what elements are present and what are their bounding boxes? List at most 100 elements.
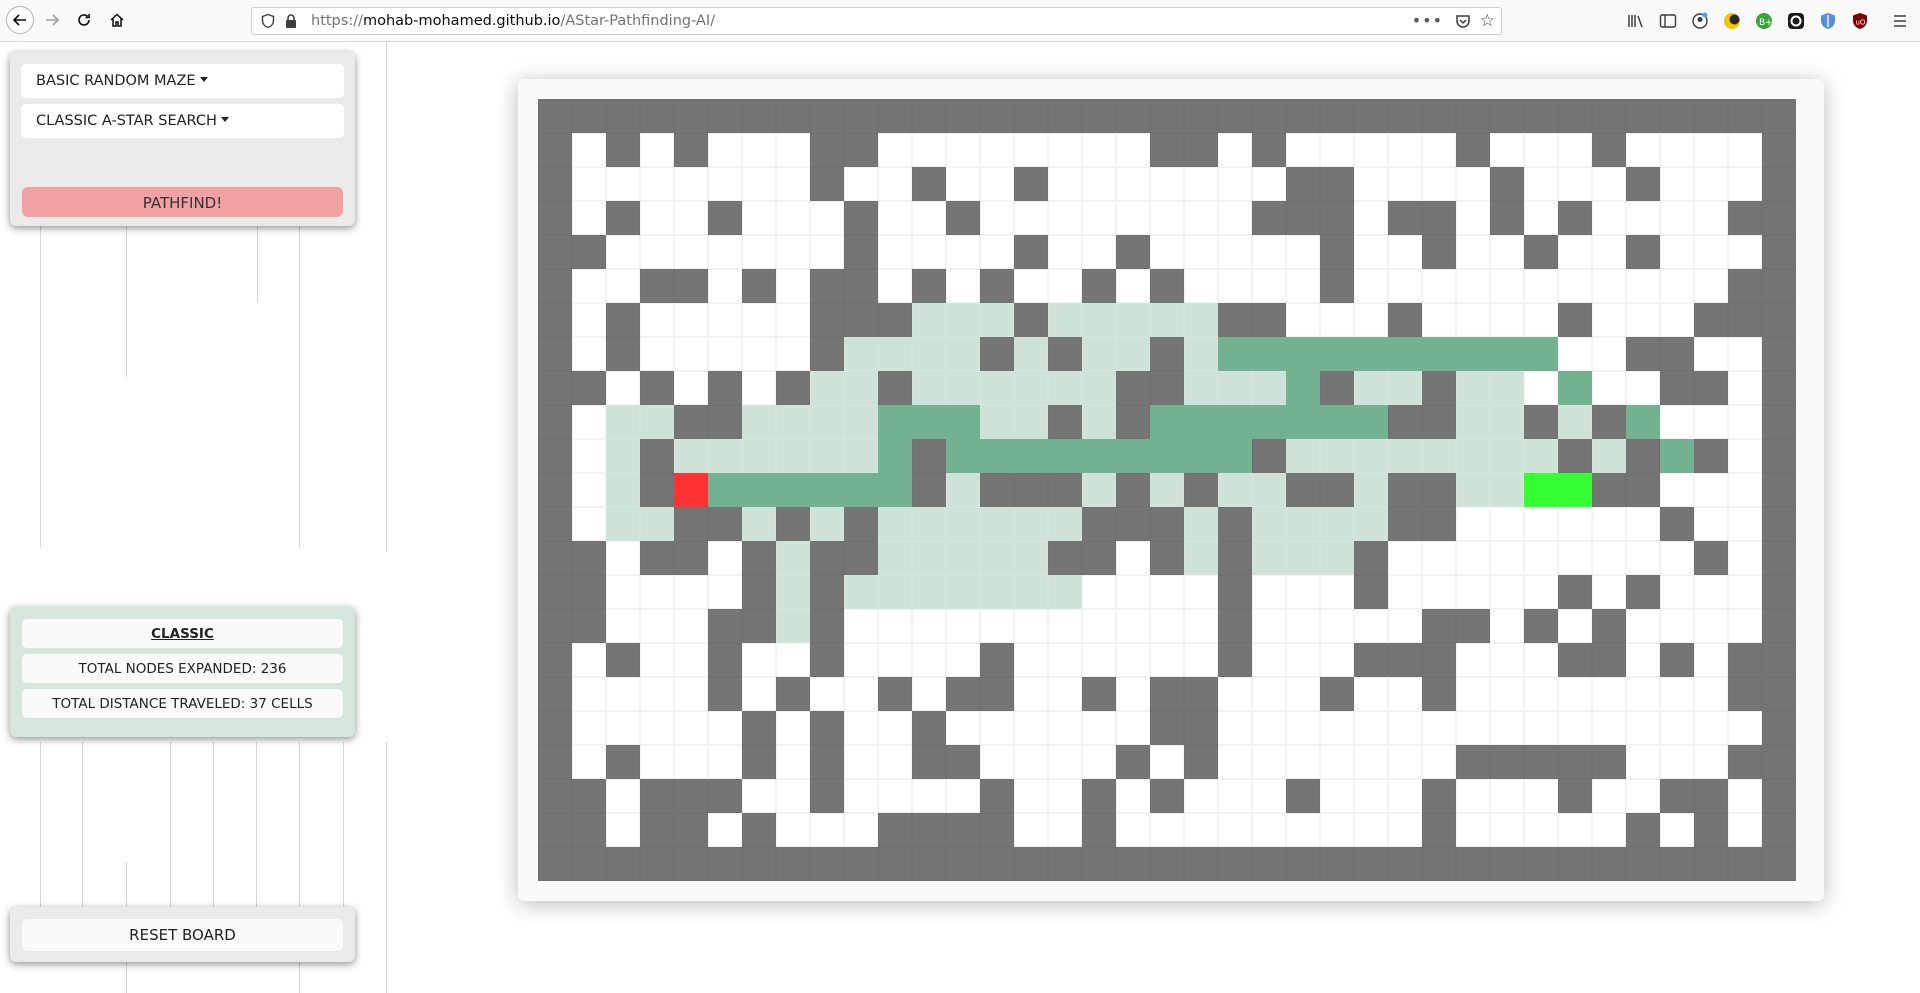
- grid-cell-wall[interactable]: [1558, 99, 1592, 133]
- grid-cell-empty[interactable]: [1048, 235, 1082, 269]
- grid-cell-empty[interactable]: [1388, 235, 1422, 269]
- grid-cell-visited[interactable]: [1150, 473, 1184, 507]
- grid-cell-wall[interactable]: [1762, 371, 1796, 405]
- grid-cell-empty[interactable]: [844, 677, 878, 711]
- grid-cell-empty[interactable]: [1456, 235, 1490, 269]
- grid-cell-empty[interactable]: [1218, 269, 1252, 303]
- grid-cell-visited[interactable]: [878, 507, 912, 541]
- grid-cell-empty[interactable]: [1116, 813, 1150, 847]
- grid-cell-empty[interactable]: [1592, 235, 1626, 269]
- grid-cell-empty[interactable]: [640, 167, 674, 201]
- grid-cell-empty[interactable]: [1116, 541, 1150, 575]
- grid-cell-wall[interactable]: [538, 711, 572, 745]
- grid-cell-empty[interactable]: [606, 813, 640, 847]
- grid-cell-wall[interactable]: [1150, 847, 1184, 881]
- grid-cell-wall[interactable]: [1762, 439, 1796, 473]
- grid-cell-wall[interactable]: [1762, 99, 1796, 133]
- grid-cell-wall[interactable]: [980, 473, 1014, 507]
- grid-cell-visited[interactable]: [1218, 473, 1252, 507]
- grid-cell-visited[interactable]: [1354, 473, 1388, 507]
- grid-cell-empty[interactable]: [1150, 609, 1184, 643]
- grid-cell-wall[interactable]: [1150, 371, 1184, 405]
- grid-cell-empty[interactable]: [1592, 575, 1626, 609]
- grid-cell-wall[interactable]: [1626, 575, 1660, 609]
- grid-cell-empty[interactable]: [810, 235, 844, 269]
- grid-cell-empty[interactable]: [1694, 711, 1728, 745]
- grid-cell-wall[interactable]: [1524, 405, 1558, 439]
- grid-cell-wall[interactable]: [708, 779, 742, 813]
- grid-cell-empty[interactable]: [1422, 711, 1456, 745]
- grid-cell-empty[interactable]: [1626, 507, 1660, 541]
- grid-cell-wall[interactable]: [1184, 677, 1218, 711]
- grid-cell-path[interactable]: [1354, 405, 1388, 439]
- grid-cell-empty[interactable]: [1660, 677, 1694, 711]
- grid-cell-wall[interactable]: [1762, 541, 1796, 575]
- grid-cell-empty[interactable]: [1286, 677, 1320, 711]
- grid-cell-empty[interactable]: [1694, 133, 1728, 167]
- grid-cell-path[interactable]: [1626, 405, 1660, 439]
- grid-cell-wall[interactable]: [878, 303, 912, 337]
- grid-cell-path[interactable]: [1490, 337, 1524, 371]
- grid-cell-empty[interactable]: [1592, 711, 1626, 745]
- grid-cell-empty[interactable]: [1048, 677, 1082, 711]
- grid-cell-wall[interactable]: [1660, 847, 1694, 881]
- grid-cell-visited[interactable]: [1592, 439, 1626, 473]
- grid-cell-empty[interactable]: [1218, 133, 1252, 167]
- grid-cell-wall[interactable]: [1388, 643, 1422, 677]
- grid-cell-empty[interactable]: [1524, 575, 1558, 609]
- grid-cell-empty[interactable]: [1014, 813, 1048, 847]
- grid-cell-empty[interactable]: [1558, 507, 1592, 541]
- grid-cell-visited[interactable]: [1048, 575, 1082, 609]
- grid-cell-wall[interactable]: [1048, 99, 1082, 133]
- grid-cell-empty[interactable]: [606, 609, 640, 643]
- grid-cell-wall[interactable]: [810, 847, 844, 881]
- grid-cell-path[interactable]: [1014, 439, 1048, 473]
- grid-cell-empty[interactable]: [878, 167, 912, 201]
- grid-cell-empty[interactable]: [980, 609, 1014, 643]
- grid-cell-empty[interactable]: [572, 745, 606, 779]
- grid-cell-empty[interactable]: [1626, 303, 1660, 337]
- grid-cell-empty[interactable]: [946, 711, 980, 745]
- grid-cell-path[interactable]: [776, 473, 810, 507]
- grid-cell-empty[interactable]: [1252, 677, 1286, 711]
- grid-cell-empty[interactable]: [1524, 507, 1558, 541]
- grid-cell-wall[interactable]: [878, 371, 912, 405]
- grid-cell-empty[interactable]: [674, 303, 708, 337]
- grid-cell-empty[interactable]: [878, 643, 912, 677]
- grid-cell-empty[interactable]: [1660, 609, 1694, 643]
- grid-cell-empty[interactable]: [980, 745, 1014, 779]
- grid-cell-empty[interactable]: [1728, 439, 1762, 473]
- grid-cell-wall[interactable]: [1524, 745, 1558, 779]
- grid-cell-wall[interactable]: [1150, 133, 1184, 167]
- grid-cell-wall[interactable]: [810, 167, 844, 201]
- grid-cell-empty[interactable]: [708, 541, 742, 575]
- grid-cell-visited[interactable]: [1320, 439, 1354, 473]
- grid-cell-wall[interactable]: [1048, 337, 1082, 371]
- grid-cell-empty[interactable]: [742, 677, 776, 711]
- grid-cell-empty[interactable]: [572, 201, 606, 235]
- grid-cell-empty[interactable]: [1422, 541, 1456, 575]
- grid-cell-empty[interactable]: [946, 643, 980, 677]
- grid-cell-wall[interactable]: [606, 201, 640, 235]
- grid-cell-empty[interactable]: [1456, 167, 1490, 201]
- grid-cell-wall[interactable]: [1762, 643, 1796, 677]
- grid-cell-wall[interactable]: [946, 99, 980, 133]
- grid-cell-wall[interactable]: [810, 133, 844, 167]
- grid-cell-empty[interactable]: [1660, 405, 1694, 439]
- grid-cell-empty[interactable]: [606, 711, 640, 745]
- grid-cell-wall[interactable]: [980, 677, 1014, 711]
- grid-cell-visited[interactable]: [1184, 507, 1218, 541]
- grid-cell-wall[interactable]: [1626, 337, 1660, 371]
- grid-cell-wall[interactable]: [1422, 235, 1456, 269]
- grid-cell-empty[interactable]: [1014, 201, 1048, 235]
- grid-cell-wall[interactable]: [742, 575, 776, 609]
- grid-cell-empty[interactable]: [674, 167, 708, 201]
- grid-cell-wall[interactable]: [1558, 575, 1592, 609]
- grid-cell-empty[interactable]: [1252, 643, 1286, 677]
- grid-cell-wall[interactable]: [708, 99, 742, 133]
- grid-cell-wall[interactable]: [1626, 473, 1660, 507]
- grid-cell-empty[interactable]: [640, 677, 674, 711]
- grid-cell-empty[interactable]: [1524, 371, 1558, 405]
- grid-cell-wall[interactable]: [810, 711, 844, 745]
- grid-cell-wall[interactable]: [606, 847, 640, 881]
